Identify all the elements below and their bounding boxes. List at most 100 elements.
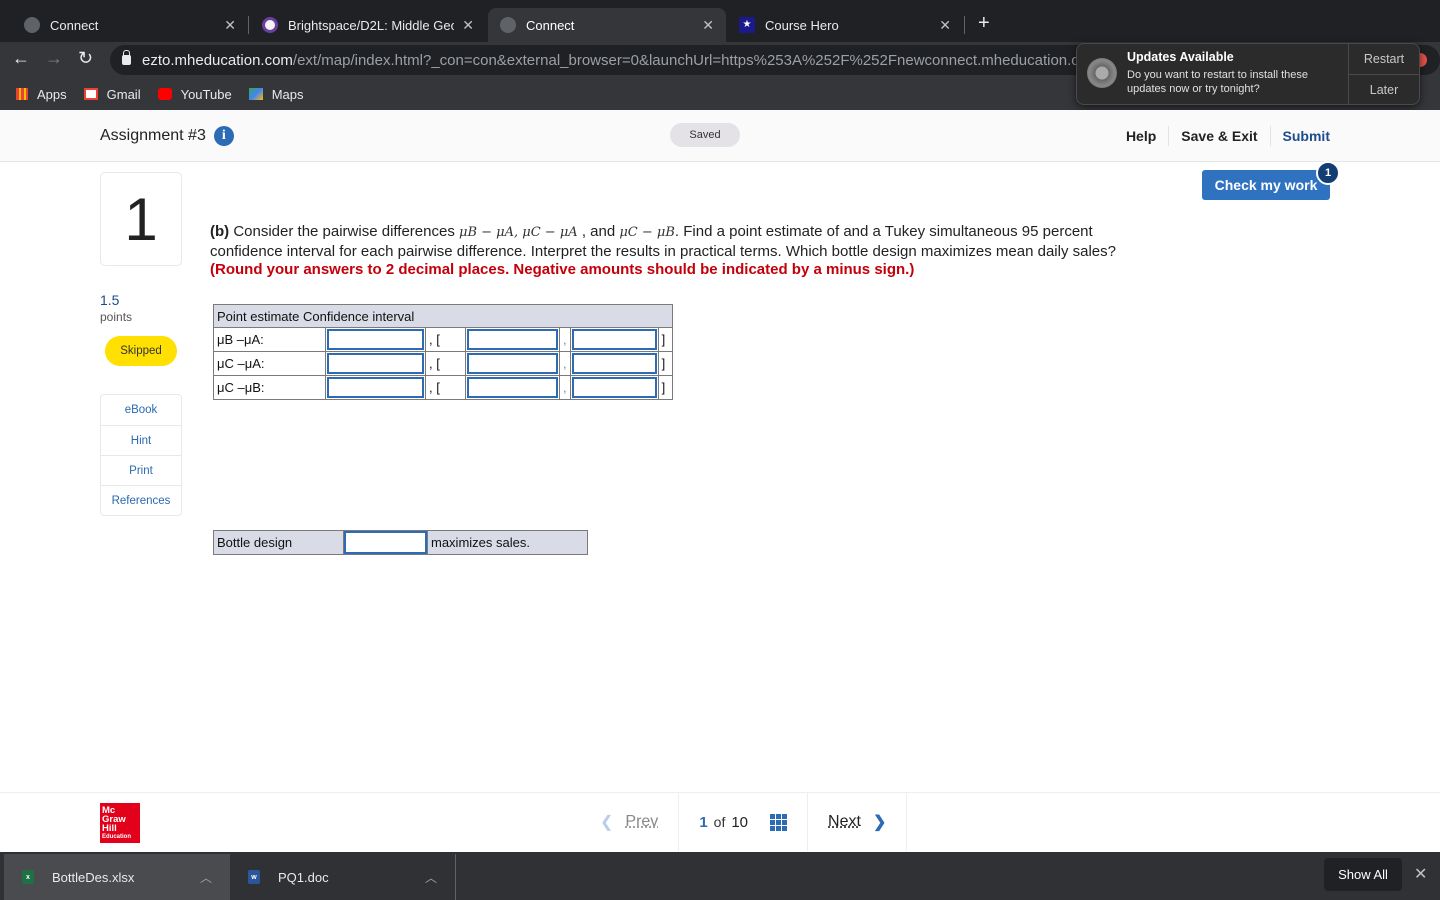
tab-title: Brightspace/D2L: Middle Georg xyxy=(288,17,455,33)
assignment-footer: Mc Graw Hill Education ❮ Prev 1 of 10 Ne… xyxy=(0,792,1440,852)
notification-body: Do you want to restart to install these … xyxy=(1127,69,1308,95)
close-bracket: ] xyxy=(657,375,673,400)
bookmark-apps[interactable]: Apps xyxy=(16,87,67,102)
assignment-title: Assignment #3 i xyxy=(100,126,234,146)
forward-arrow-icon[interactable]: → xyxy=(45,48,63,69)
tab-connect-active[interactable]: Connect ✕ xyxy=(488,8,726,42)
help-link[interactable]: Help xyxy=(1114,126,1168,146)
course-hero-icon: ★ xyxy=(739,17,755,33)
maximizes-sales-label: maximizes sales. xyxy=(427,530,588,555)
restart-button[interactable]: Restart xyxy=(1349,44,1419,74)
bookmark-maps[interactable]: Maps xyxy=(248,86,304,102)
bookmark-youtube[interactable]: YouTube xyxy=(157,87,232,102)
header-actions: Help Save & Exit Submit xyxy=(1114,126,1330,146)
browser-tab-strip: Connect ✕ Brightspace/D2L: Middle Georg … xyxy=(0,0,1440,42)
show-all-downloads-button[interactable]: Show All xyxy=(1324,858,1402,891)
saved-status-badge: Saved xyxy=(670,123,740,147)
upper-bound-input-b-a[interactable] xyxy=(571,329,657,350)
next-label: Next xyxy=(828,813,861,830)
info-icon[interactable]: i xyxy=(213,126,234,146)
point-estimate-input-b-a[interactable] xyxy=(327,329,424,350)
logo-text: Education xyxy=(102,834,132,840)
close-tab-icon[interactable]: ✕ xyxy=(702,17,714,34)
download-item-xlsx[interactable]: x BottleDes.xlsx ︿ xyxy=(4,854,230,900)
bookmark-label: Maps xyxy=(271,86,304,102)
close-tab-icon[interactable]: ✕ xyxy=(462,17,474,34)
bookmark-label: Apps xyxy=(37,86,67,102)
check-my-work-button[interactable]: Check my work xyxy=(1202,170,1330,200)
close-downloads-icon[interactable]: ✕ xyxy=(1414,864,1427,884)
separator: , xyxy=(559,327,571,352)
tab-course-hero[interactable]: ★ Course Hero ✕ xyxy=(727,8,963,42)
references-link[interactable]: References xyxy=(101,485,181,515)
maps-icon xyxy=(248,88,263,100)
page-indicator[interactable]: 1 of 10 xyxy=(678,793,807,851)
notification-title: Updates Available xyxy=(1127,50,1234,64)
ebook-link[interactable]: eBook xyxy=(101,395,181,425)
chevron-up-icon[interactable]: ︿ xyxy=(425,869,437,886)
tab-divider xyxy=(248,16,249,34)
word-file-icon: w xyxy=(248,870,260,884)
prev-button[interactable]: ❮ Prev xyxy=(580,793,678,851)
downloads-bar: x BottleDes.xlsx ︿ w PQ1.doc ︿ xyxy=(0,852,1440,900)
math-expression: μB − μA, μC − μA xyxy=(459,225,578,240)
later-button[interactable]: Later xyxy=(1349,74,1419,104)
bottle-design-input[interactable] xyxy=(344,531,427,554)
upper-bound-input-c-b[interactable] xyxy=(571,377,657,398)
point-estimate-input-c-b[interactable] xyxy=(327,377,424,398)
lower-bound-input-c-a[interactable] xyxy=(467,353,558,374)
mcgraw-hill-logo: Mc Graw Hill Education xyxy=(100,803,140,843)
bookmark-label: Gmail xyxy=(106,86,141,102)
submit-link[interactable]: Submit xyxy=(1269,126,1330,146)
url-host: ezto.mheducation.com xyxy=(142,51,293,69)
tab-brightspace[interactable]: Brightspace/D2L: Middle Georg ✕ xyxy=(250,8,486,42)
upper-bound-cell xyxy=(569,351,659,376)
hint-link[interactable]: Hint xyxy=(101,425,181,455)
bottle-design-table: Bottle design maximizes sales. xyxy=(213,530,588,555)
download-filename: BottleDes.xlsx xyxy=(52,869,135,885)
system-preferences-gear-icon xyxy=(1087,58,1117,88)
close-tab-icon[interactable]: ✕ xyxy=(939,17,951,34)
open-bracket: , [ xyxy=(425,375,466,400)
back-arrow-icon[interactable]: ← xyxy=(12,48,30,69)
lock-icon xyxy=(122,50,131,65)
math-expression: μC − μB xyxy=(619,225,675,240)
save-exit-link[interactable]: Save & Exit xyxy=(1168,126,1269,146)
points-label: points xyxy=(100,310,133,324)
download-filename: PQ1.doc xyxy=(278,869,329,885)
globe-icon xyxy=(24,17,40,33)
question-number: 1 xyxy=(100,172,182,266)
chevron-up-icon[interactable]: ︿ xyxy=(200,869,212,886)
assignment-title-text: Assignment #3 xyxy=(100,127,206,144)
points-value: 1.5 xyxy=(100,292,120,308)
bottle-design-cell xyxy=(343,530,428,555)
new-tab-button[interactable]: + xyxy=(978,12,990,35)
question-status-badge: Skipped xyxy=(105,336,177,366)
table-header: Point estimate Confidence interval xyxy=(213,304,673,328)
close-bracket: ] xyxy=(657,351,673,376)
question-pager: ❮ Prev 1 of 10 Next ❯ xyxy=(580,793,908,851)
lower-bound-input-b-a[interactable] xyxy=(467,329,558,350)
reload-icon[interactable]: ↻ xyxy=(78,48,93,69)
upper-bound-input-c-a[interactable] xyxy=(571,353,657,374)
table-row: Bottle design maximizes sales. xyxy=(213,530,588,555)
point-estimate-input-c-a[interactable] xyxy=(327,353,424,374)
of-label: of xyxy=(713,814,726,830)
tab-connect-1[interactable]: Connect ✕ xyxy=(12,8,248,42)
bottle-design-label: Bottle design xyxy=(213,530,344,555)
current-question: 1 xyxy=(699,813,708,831)
separator: , xyxy=(559,351,571,376)
download-item-doc[interactable]: w PQ1.doc ︿ xyxy=(230,854,456,900)
gmail-icon xyxy=(83,88,98,100)
open-bracket: , [ xyxy=(425,327,466,352)
close-tab-icon[interactable]: ✕ xyxy=(224,17,236,34)
next-button[interactable]: Next ❯ xyxy=(807,793,906,851)
bookmark-gmail[interactable]: Gmail xyxy=(83,86,141,102)
point-estimate-cell xyxy=(325,351,426,376)
grid-icon[interactable] xyxy=(770,813,788,831)
print-link[interactable]: Print xyxy=(101,455,181,485)
apps-grid-icon xyxy=(16,88,28,100)
brightspace-icon xyxy=(262,17,278,33)
check-attempts-badge: 1 xyxy=(1316,161,1340,185)
lower-bound-input-c-b[interactable] xyxy=(467,377,558,398)
